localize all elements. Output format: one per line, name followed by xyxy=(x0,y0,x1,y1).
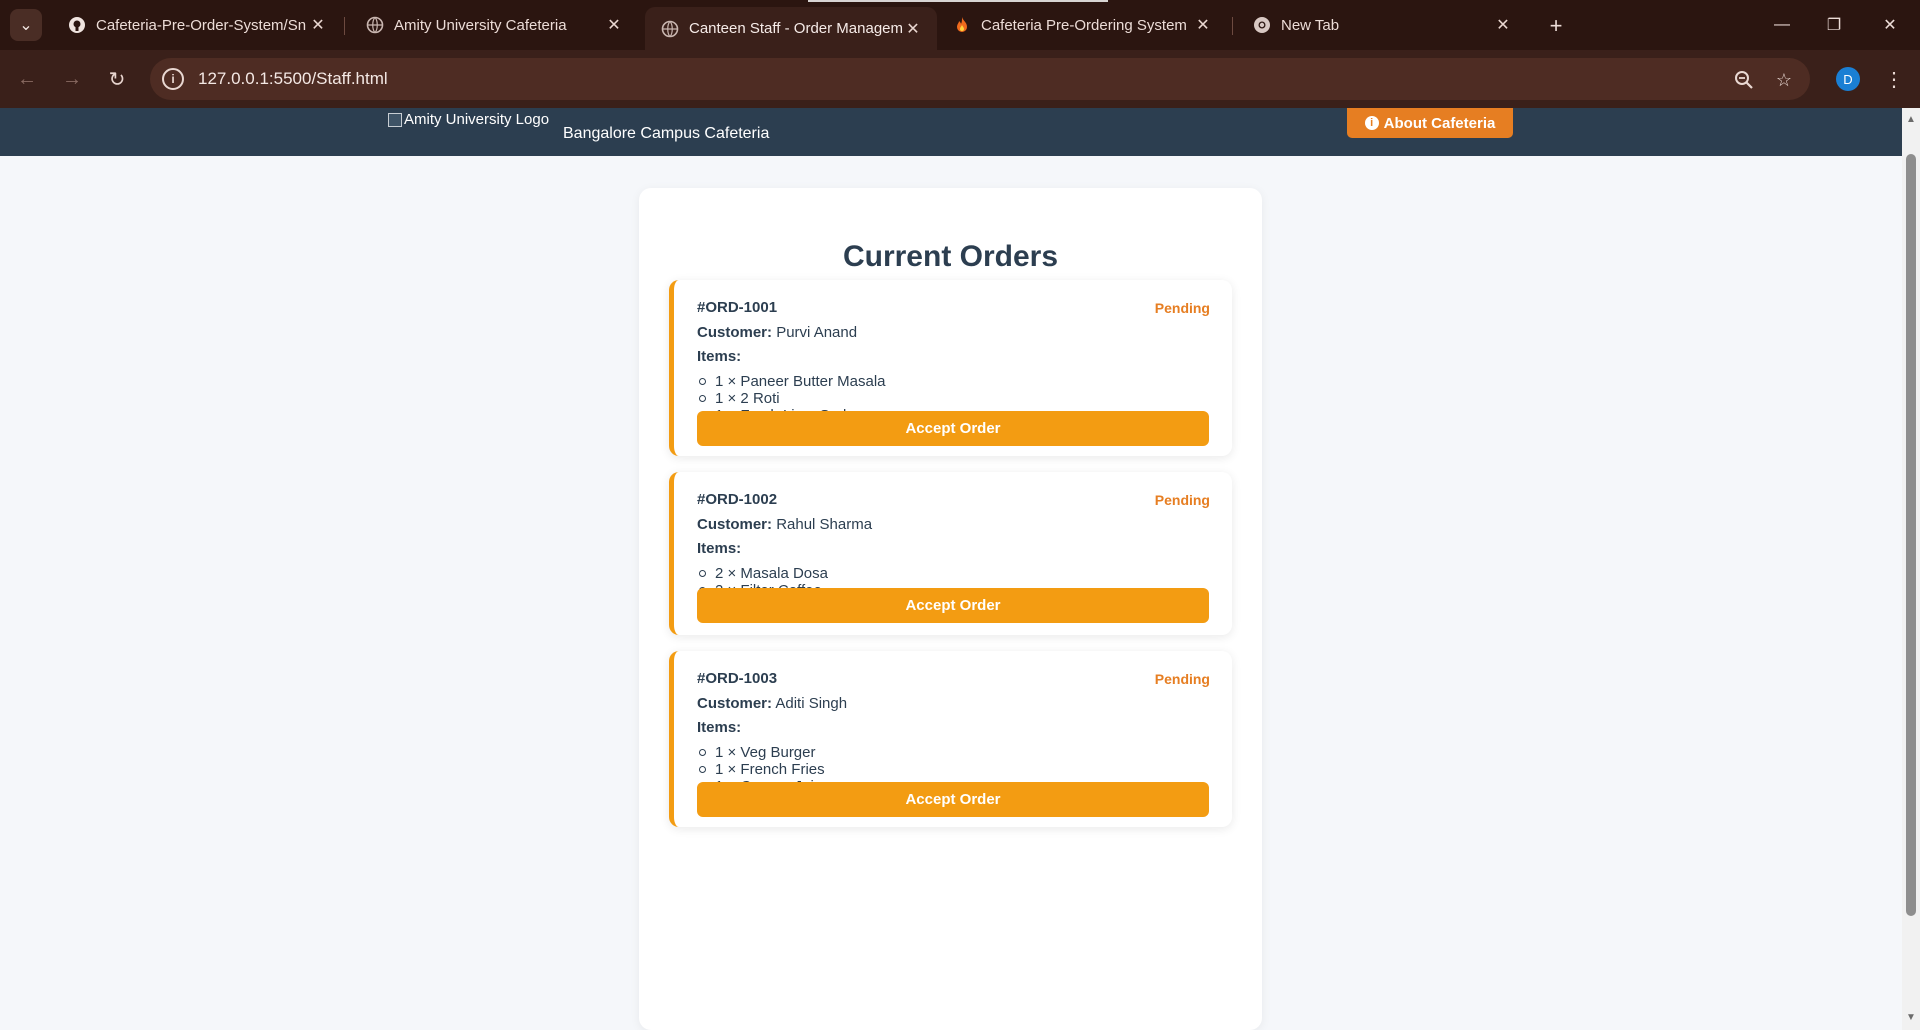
list-item: 1 × 2 Roti xyxy=(697,390,886,407)
status-badge: Pending xyxy=(1154,492,1210,508)
chrome-icon xyxy=(1253,16,1271,34)
close-icon[interactable]: ✕ xyxy=(903,19,923,39)
status-badge: Pending xyxy=(1154,300,1210,316)
globe-icon xyxy=(661,20,679,38)
customer-label: Customer: xyxy=(697,516,773,533)
university-logo: Amity University Logo xyxy=(388,111,549,128)
list-item: 1 × Paneer Butter Masala xyxy=(697,373,886,390)
browser-tabstrip: ⌄ Cafeteria-Pre-Order-System/Sn ✕ Amity … xyxy=(0,0,1920,50)
order-card: #ORD-1001 Pending Customer: Purvi Anand … xyxy=(669,280,1232,456)
browser-toolbar: ← → ↻ i 127.0.0.1:5500/Staff.html ☆ D ⋮ xyxy=(0,50,1920,108)
tab-title: Cafeteria-Pre-Order-System/Sn xyxy=(96,16,307,34)
arrow-left-icon: ← xyxy=(17,67,37,90)
vertical-scrollbar[interactable]: ▲ ▼ xyxy=(1902,108,1920,1030)
tab-divider xyxy=(1232,17,1233,35)
order-id: #ORD-1002 xyxy=(697,491,778,508)
tab-title: Canteen Staff - Order Managem xyxy=(689,20,903,37)
restore-icon: ❐ xyxy=(1826,17,1842,34)
order-id: #ORD-1001 xyxy=(697,299,778,316)
status-badge: Pending xyxy=(1154,671,1210,687)
tab-search-button[interactable]: ⌄ xyxy=(10,9,42,41)
order-customer: Customer: Aditi Singh xyxy=(697,695,847,712)
bookmark-star-icon[interactable]: ☆ xyxy=(1772,68,1796,92)
browser-tab-3-active[interactable]: Canteen Staff - Order Managem ✕ xyxy=(645,7,937,50)
zoom-icon[interactable] xyxy=(1732,68,1756,92)
more-menu-icon[interactable]: ⋮ xyxy=(1884,64,1904,94)
tab-title: New Tab xyxy=(1281,16,1340,34)
page-title: Current Orders xyxy=(842,240,1059,273)
scroll-up-icon[interactable]: ▲ xyxy=(1905,114,1917,126)
browser-tab-5[interactable]: New Tab ✕ xyxy=(1237,7,1527,43)
globe-icon xyxy=(366,16,384,34)
fire-icon xyxy=(953,16,971,34)
orders-panel: Current Orders #ORD-1001 Pending Custome… xyxy=(639,188,1262,1030)
forward-button[interactable]: → xyxy=(57,64,87,94)
address-bar[interactable]: i 127.0.0.1:5500/Staff.html ☆ xyxy=(150,58,1810,100)
scroll-down-icon[interactable]: ▼ xyxy=(1905,1012,1917,1024)
tab-divider xyxy=(344,17,345,35)
items-label: Items: xyxy=(697,540,742,557)
plus-icon: + xyxy=(1549,13,1563,38)
tab-title: Cafeteria Pre-Ordering System xyxy=(981,16,1187,34)
minimize-button[interactable]: — xyxy=(1762,10,1802,40)
profile-avatar[interactable]: D xyxy=(1836,67,1860,91)
close-icon[interactable]: ✕ xyxy=(604,15,624,35)
list-item: 1 × Veg Burger xyxy=(697,744,830,761)
customer-label: Customer: xyxy=(697,695,773,712)
new-tab-button[interactable]: + xyxy=(1542,12,1570,40)
customer-name: Purvi Anand xyxy=(776,324,858,341)
window-close-button[interactable]: ✕ xyxy=(1870,10,1910,40)
browser-tab-1[interactable]: Cafeteria-Pre-Order-System/Sn ✕ xyxy=(52,7,342,43)
reload-button[interactable]: ↻ xyxy=(102,64,132,94)
close-icon[interactable]: ✕ xyxy=(308,15,328,35)
close-icon[interactable]: ✕ xyxy=(1493,15,1513,35)
items-label: Items: xyxy=(697,719,742,736)
arrow-right-icon: → xyxy=(62,67,82,90)
customer-name: Rahul Sharma xyxy=(776,516,873,533)
close-icon: ✕ xyxy=(1883,17,1897,34)
back-button[interactable]: ← xyxy=(12,64,42,94)
browser-tab-2[interactable]: Amity University Cafeteria ✕ xyxy=(350,7,638,43)
github-icon xyxy=(68,16,86,34)
list-item: 1 × French Fries xyxy=(697,761,830,778)
accept-order-button[interactable]: Accept Order xyxy=(697,588,1209,623)
list-item: 2 × Masala Dosa xyxy=(697,565,828,582)
order-customer: Customer: Purvi Anand xyxy=(697,324,857,341)
campus-name: Bangalore Campus Cafeteria xyxy=(563,125,770,142)
site-header: Amity University Logo Bangalore Campus C… xyxy=(0,108,1902,156)
order-customer: Customer: Rahul Sharma xyxy=(697,516,872,533)
customer-name: Aditi Singh xyxy=(775,695,848,712)
scrollbar-thumb[interactable] xyxy=(1906,154,1916,916)
logo-alt-text: Amity University Logo xyxy=(404,111,550,128)
tab-title: Amity University Cafeteria xyxy=(394,16,567,34)
close-icon[interactable]: ✕ xyxy=(1193,15,1213,35)
url-text[interactable]: 127.0.0.1:5500/Staff.html xyxy=(198,69,388,89)
accept-order-button[interactable]: Accept Order xyxy=(697,782,1209,817)
order-card: #ORD-1002 Pending Customer: Rahul Sharma… xyxy=(669,472,1232,635)
customer-label: Customer: xyxy=(697,324,773,341)
accept-order-button[interactable]: Accept Order xyxy=(697,411,1209,446)
items-label: Items: xyxy=(697,348,742,365)
minimize-icon: — xyxy=(1774,16,1790,33)
about-label: About Cafeteria xyxy=(1383,114,1496,132)
browser-tab-4[interactable]: Cafeteria Pre-Ordering System ✕ xyxy=(937,7,1227,43)
site-info-icon[interactable]: i xyxy=(162,68,184,90)
loading-indicator xyxy=(808,0,1108,2)
broken-image-icon xyxy=(388,112,402,127)
reload-icon: ↻ xyxy=(108,68,126,91)
about-cafeteria-button[interactable]: i About Cafeteria xyxy=(1347,108,1513,138)
order-id: #ORD-1003 xyxy=(697,670,778,687)
order-card: #ORD-1003 Pending Customer: Aditi Singh … xyxy=(669,651,1232,827)
restore-button[interactable]: ❐ xyxy=(1814,10,1854,40)
info-icon: i xyxy=(1364,116,1379,130)
chevron-down-icon: ⌄ xyxy=(19,17,33,34)
page-viewport: Amity University Logo Bangalore Campus C… xyxy=(0,108,1902,1030)
